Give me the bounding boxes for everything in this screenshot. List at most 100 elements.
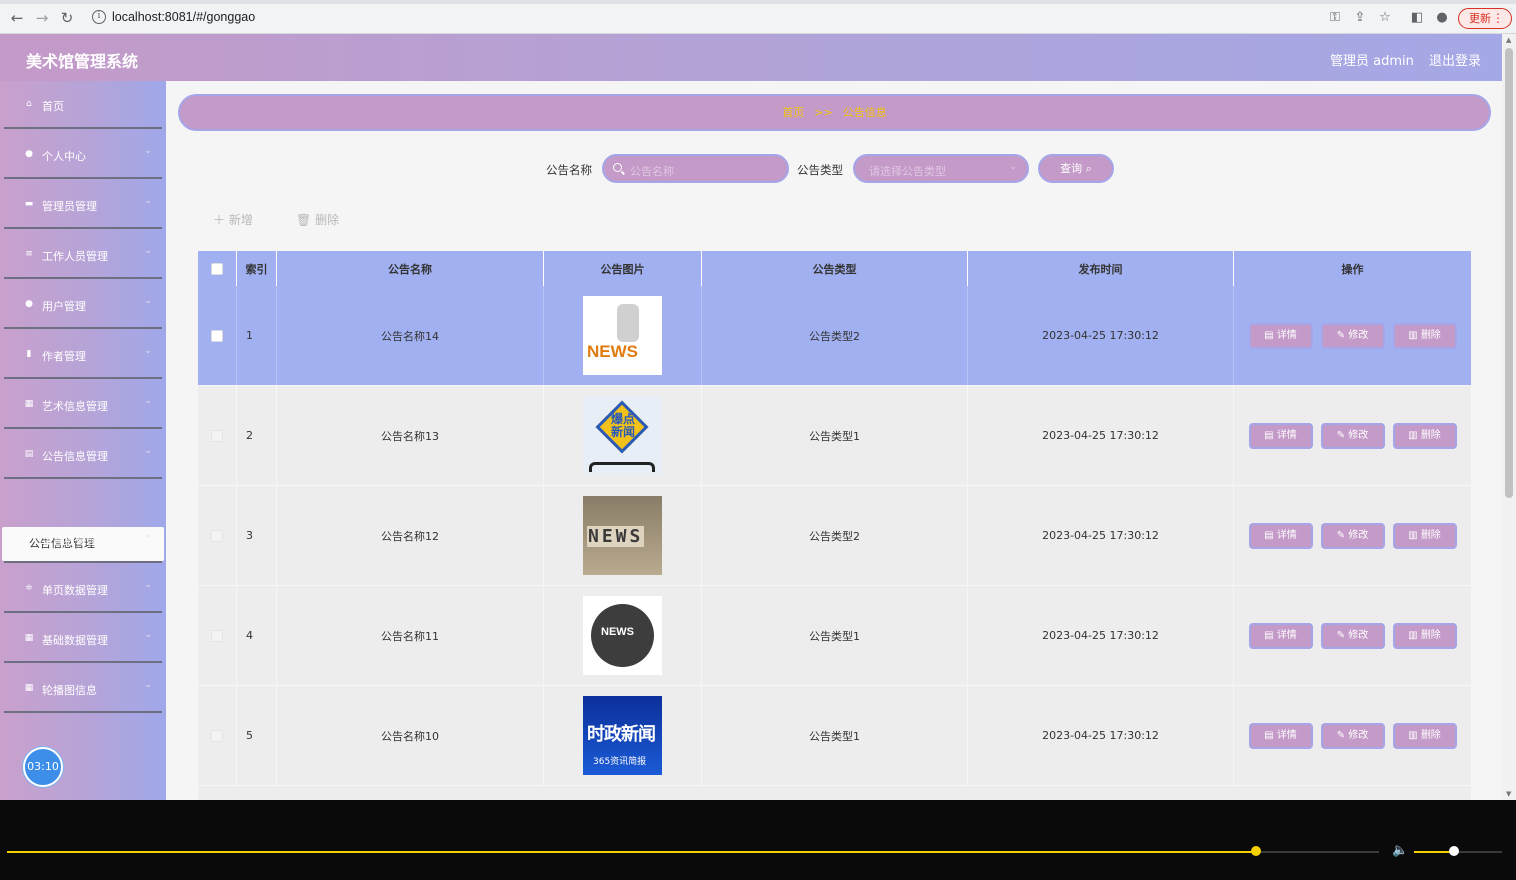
- trash-icon: ▥: [1408, 329, 1418, 341]
- row-index: 2: [237, 386, 277, 485]
- detail-button[interactable]: ▤ 详情: [1248, 422, 1313, 449]
- breadcrumb-home[interactable]: 首页: [782, 106, 804, 119]
- delete-button[interactable]: ▥ 删除: [1392, 322, 1457, 349]
- chevron-down-icon: ⌄: [144, 346, 152, 356]
- sidebar-item-5[interactable]: ▮ 作者管理 ⌄: [4, 331, 162, 379]
- update-button[interactable]: 更新 ⋮: [1458, 8, 1512, 29]
- row-checkbox[interactable]: [211, 429, 223, 442]
- sidebar-item-label: 单页数据管理: [42, 584, 108, 597]
- sidebar-item-8[interactable]: ▰ 留言板管理 ⌄: [4, 515, 162, 563]
- detail-button[interactable]: ▤ 详情: [1248, 522, 1313, 549]
- url-text[interactable]: localhost:8081/#/gonggao: [112, 10, 255, 24]
- sidebar-item-11[interactable]: ▦ 轮播图信息 ⌄: [4, 665, 162, 713]
- sidebar-item-3[interactable]: ≡ 工作人员管理 ⌄: [4, 231, 162, 279]
- delete-button[interactable]: ▥ 删除: [1392, 722, 1457, 749]
- seek-track[interactable]: [7, 851, 1379, 853]
- notice-image[interactable]: NEWS: [583, 296, 662, 375]
- add-button[interactable]: ＋ 新增: [213, 211, 253, 228]
- detail-button[interactable]: ▤ 详情: [1248, 322, 1313, 349]
- notice-image[interactable]: 时政新闻 365资讯简报: [583, 696, 662, 775]
- notice-image[interactable]: NEWS: [583, 496, 662, 575]
- volume-handle[interactable]: [1448, 846, 1459, 856]
- type-select[interactable]: 请选择公告类型 ⌄: [853, 154, 1029, 183]
- table-row[interactable]: [198, 786, 1471, 800]
- row-image-cell: 爆点新闻: [544, 386, 702, 485]
- location-icon: ●: [25, 299, 33, 309]
- sidebar-item-9[interactable]: ≑ 单页数据管理 ⌄: [4, 565, 162, 613]
- notice-image[interactable]: NEWS: [583, 596, 662, 675]
- batch-delete-button[interactable]: 🗑 删除: [296, 211, 339, 228]
- row-name: 公告名称13: [277, 386, 544, 485]
- edit-button[interactable]: ✎ 修改: [1320, 422, 1385, 449]
- sidebar-item-label: 公告信息管理: [42, 450, 108, 463]
- trash-icon: ▥: [1408, 429, 1418, 441]
- sidebar-item-0[interactable]: ⌂ 首页: [4, 81, 162, 129]
- tab-strip: [0, 0, 1516, 4]
- delete-button[interactable]: ▥ 删除: [1392, 622, 1457, 649]
- row-time: 2023-04-25 17:30:12: [968, 486, 1234, 585]
- table-row[interactable]: 3 公告名称12 NEWS 公告类型2 2023-04-25 17:30:12 ▤ 详情 ✎…: [198, 486, 1471, 586]
- delete-label: 删除: [1420, 729, 1441, 741]
- grid-icon: ▦: [24, 683, 34, 693]
- query-button[interactable]: 查询 ⌕: [1038, 154, 1114, 183]
- chevron-down-icon: ⌄: [144, 396, 152, 406]
- edit-button[interactable]: ✎ 修改: [1320, 622, 1385, 649]
- forward-icon[interactable]: →: [33, 10, 51, 26]
- reload-icon[interactable]: ↻: [58, 10, 76, 26]
- edit-button[interactable]: ✎ 修改: [1320, 522, 1385, 549]
- delete-button[interactable]: ▥ 删除: [1392, 422, 1457, 449]
- scroll-down-icon[interactable]: ▼: [1506, 790, 1511, 798]
- back-icon[interactable]: ←: [8, 10, 26, 26]
- sidebar-item-6[interactable]: ▦ 艺术信息管理 ⌄: [4, 381, 162, 429]
- profile-icon[interactable]: ●: [1434, 10, 1450, 26]
- sidebar-item-2[interactable]: ▬ 管理员管理 ⌄: [4, 181, 162, 229]
- col-header-name: 公告名称: [277, 251, 544, 286]
- col-header-actions: 操作: [1341, 262, 1364, 276]
- site-info-icon[interactable]: i: [92, 10, 106, 24]
- row-checkbox[interactable]: [211, 629, 223, 642]
- logout-link[interactable]: 退出登录: [1429, 50, 1481, 69]
- row-checkbox[interactable]: [211, 329, 223, 342]
- seek-handle[interactable]: [1250, 846, 1261, 856]
- table-row[interactable]: 4 公告名称11 NEWS 公告类型1 2023-04-25 17:30:12 ▤ 详情 ✎…: [198, 586, 1471, 686]
- trash-icon: 🗑: [296, 213, 312, 227]
- trash-icon: ▥: [1408, 629, 1418, 641]
- share-icon[interactable]: ⇪: [1352, 10, 1368, 26]
- row-index: 3: [237, 486, 277, 585]
- table-row[interactable]: 5 公告名称10 时政新闻 365资讯简报 公告类型1 2023-04-25 17:30:…: [198, 686, 1471, 786]
- name-filter-label: 公告名称: [546, 163, 592, 177]
- sidebar-item-10[interactable]: ▦ 基础数据管理 ⌄: [4, 615, 162, 663]
- list-icon: ≡: [25, 249, 33, 259]
- delete-button[interactable]: ▥ 删除: [1392, 522, 1457, 549]
- row-select-cell: [198, 386, 237, 485]
- detail-button[interactable]: ▤ 详情: [1248, 722, 1313, 749]
- edit-button[interactable]: ✎ 修改: [1320, 722, 1385, 749]
- sidebar-item-label: 基础数据管理: [42, 634, 108, 647]
- breadcrumb-sep: >>: [814, 106, 833, 119]
- sidebar-item-1[interactable]: ● 个人中心 ⌄: [4, 131, 162, 179]
- sidebar-item-7[interactable]: ▤ 公告信息管理 ⌄: [4, 431, 162, 479]
- search-icon: [613, 163, 622, 172]
- scroll-up-icon[interactable]: ▲: [1506, 36, 1511, 44]
- sidebar-item-4[interactable]: ● 用户管理 ⌄: [4, 281, 162, 329]
- detail-button[interactable]: ▤ 详情: [1248, 622, 1313, 649]
- key-icon[interactable]: ⚿: [1327, 10, 1343, 26]
- scrollbar-thumb[interactable]: [1505, 48, 1513, 498]
- sidebar-item-label: 艺术信息管理: [42, 400, 108, 413]
- row-checkbox[interactable]: [211, 729, 223, 742]
- edit-button[interactable]: ✎ 修改: [1320, 322, 1385, 349]
- table-row[interactable]: 1 公告名称14 NEWS 公告类型2 2023-04-25 17:30:12 ▤ 详情 ✎…: [198, 286, 1471, 386]
- sidepanel-icon[interactable]: ◧: [1409, 10, 1425, 26]
- address-bar[interactable]: i localhost:8081/#/gonggao: [86, 6, 1406, 30]
- detail-label: 详情: [1276, 329, 1297, 341]
- select-all-checkbox[interactable]: [211, 262, 223, 275]
- notice-image[interactable]: 爆点新闻: [583, 396, 662, 475]
- browser-toolbar: ← → ↻ i localhost:8081/#/gonggao ⚿ ⇪ ☆ ◧…: [0, 0, 1516, 34]
- page-scrollbar[interactable]: ▲ ▼: [1502, 34, 1516, 800]
- row-type: 公告类型1: [702, 586, 968, 685]
- name-search-input[interactable]: 公告名称: [602, 154, 789, 183]
- row-checkbox[interactable]: [211, 529, 223, 542]
- volume-icon[interactable]: 🔈: [1392, 843, 1408, 858]
- table-row[interactable]: 2 公告名称13 爆点新闻 公告类型1 2023-04-25 17:30:12 ▤ 详情 ✎…: [198, 386, 1471, 486]
- star-icon[interactable]: ☆: [1377, 10, 1393, 26]
